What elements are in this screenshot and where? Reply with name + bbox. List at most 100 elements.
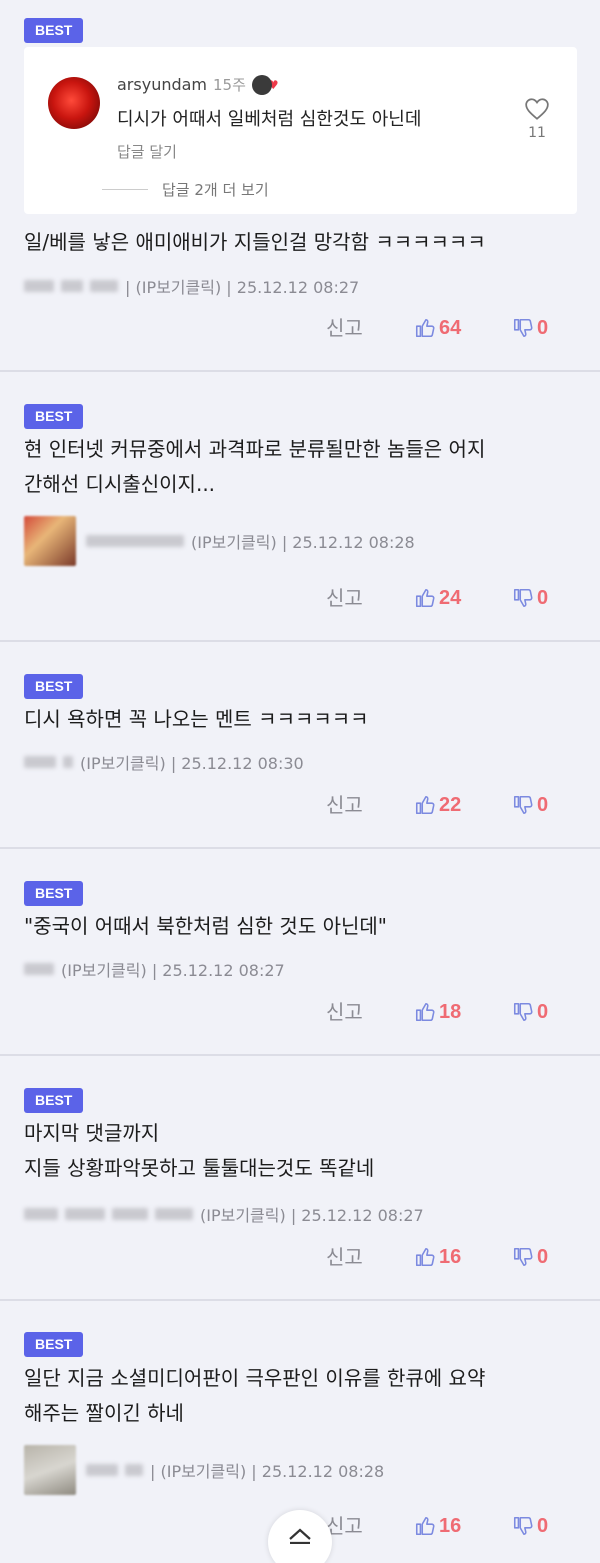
- thumbs-up-button[interactable]: 16: [414, 1509, 461, 1543]
- comment-actions: 신고 64 0: [0, 311, 600, 345]
- thumbs-down-button[interactable]: 0: [512, 1240, 548, 1274]
- blurred-nickname: [112, 1208, 148, 1220]
- reply-time: 15주: [213, 76, 246, 94]
- avatar[interactable]: [24, 1445, 76, 1495]
- dislike-count: 0: [537, 1245, 549, 1268]
- best-badge: BEST: [24, 18, 84, 43]
- blurred-nickname: [86, 1464, 118, 1476]
- like-count: 16: [439, 1245, 462, 1268]
- thumbs-down-icon: [513, 795, 533, 815]
- thumbs-down-button[interactable]: 0: [512, 311, 548, 345]
- best-badge: BEST: [24, 1088, 84, 1113]
- blurred-nickname: [65, 1208, 105, 1220]
- blurred-nickname: [90, 280, 118, 292]
- comment-3: BEST 디시 욕하면 꼭 나오는 멘트 ㅋㅋㅋㅋㅋㅋ (IP보기클릭) | 2…: [0, 642, 600, 849]
- user-badge-icon: [251, 74, 272, 95]
- thumbs-down-icon: [513, 318, 533, 338]
- comment-date[interactable]: | (IP보기클릭) | 25.12.12 08:27: [125, 274, 359, 298]
- thumbs-up-button[interactable]: 18: [414, 995, 461, 1029]
- thumbs-up-button[interactable]: 16: [414, 1240, 461, 1274]
- comment-date[interactable]: (IP보기클릭) | 25.12.12 08:27: [61, 957, 285, 981]
- comment-meta: (IP보기클릭) | 25.12.12 08:27: [24, 956, 285, 982]
- username[interactable]: arsyundam: [117, 75, 207, 94]
- thumbs-up-icon: [415, 588, 435, 608]
- comment-line: "중국이 어때서 북한처럼 심한 것도 아닌데": [24, 914, 387, 938]
- reply-card: arsyundam 15주 ♥ 디시가 어때서 일베처럼 심한것도 아닌데 답글…: [24, 47, 577, 214]
- report-button[interactable]: 신고: [326, 788, 363, 822]
- dislike-count: 0: [537, 793, 549, 816]
- comment-1: BEST arsyundam 15주 ♥ 디시가 어때서 일베처럼 심한것도 아…: [0, 0, 600, 372]
- reply-button[interactable]: 답글 달기: [117, 141, 177, 162]
- heart-icon: [525, 98, 549, 120]
- like-button[interactable]: 11: [524, 97, 550, 141]
- comment-actions: 신고 22 0: [0, 788, 600, 822]
- thumbs-up-icon: [415, 318, 435, 338]
- chevron-up-icon: [289, 1528, 311, 1544]
- best-badge: BEST: [24, 404, 84, 429]
- like-count: 22: [439, 793, 462, 816]
- like-count: 11: [528, 125, 546, 141]
- report-button[interactable]: 신고: [326, 581, 363, 615]
- thumbs-up-icon: [415, 1247, 435, 1267]
- blurred-nickname: [61, 280, 83, 292]
- best-badge: BEST: [24, 881, 84, 906]
- blurred-nickname: [24, 1208, 58, 1220]
- report-button[interactable]: 신고: [326, 1240, 363, 1274]
- like-count: 18: [439, 1000, 462, 1023]
- thumbs-down-button[interactable]: 0: [512, 1509, 548, 1543]
- comment-date[interactable]: (IP보기클릭) | 25.12.12 08:27: [200, 1202, 424, 1226]
- comment-date[interactable]: | (IP보기클릭) | 25.12.12 08:28: [150, 1458, 384, 1482]
- avatar[interactable]: [24, 516, 76, 566]
- comment-text: 디시 욕하면 꼭 나오는 멘트 ㅋㅋㅋㅋㅋㅋ: [24, 702, 580, 737]
- thumbs-down-button[interactable]: 0: [512, 788, 548, 822]
- comment-meta: (IP보기클릭) | 25.12.12 08:28: [24, 516, 415, 566]
- comment-date[interactable]: (IP보기클릭) | 25.12.12 08:30: [80, 750, 304, 774]
- comment-line: 일단 지금 소셜미디어판이 극우판인 이유를 한큐에 요약: [24, 1366, 486, 1390]
- comment-meta: | (IP보기클릭) | 25.12.12 08:27: [24, 273, 359, 299]
- thumbs-down-icon: [513, 1002, 533, 1022]
- thumbs-down-icon: [513, 1516, 533, 1536]
- thumbs-down-button[interactable]: 0: [512, 995, 548, 1029]
- dislike-count: 0: [537, 316, 549, 339]
- dislike-count: 0: [537, 1000, 549, 1023]
- comment-line: 지들 상황파악못하고 툴툴대는것도 똑같네: [24, 1156, 375, 1180]
- report-button[interactable]: 신고: [326, 311, 363, 345]
- like-count: 16: [439, 1514, 462, 1537]
- more-replies-label: 답글 2개 더 보기: [162, 181, 269, 199]
- comment-line: 마지막 댓글까지: [24, 1121, 160, 1145]
- blurred-nickname: [63, 756, 73, 768]
- thumbs-up-icon: [415, 1516, 435, 1536]
- comment-text: 마지막 댓글까지 지들 상황파악못하고 툴툴대는것도 똑같네: [24, 1116, 580, 1186]
- thumbs-down-button[interactable]: 0: [512, 581, 548, 615]
- comment-text: "중국이 어때서 북한처럼 심한 것도 아닌데": [24, 909, 580, 944]
- report-button[interactable]: 신고: [326, 995, 363, 1029]
- thumbs-up-icon: [415, 795, 435, 815]
- comment-4: BEST "중국이 어때서 북한처럼 심한 것도 아닌데" (IP보기클릭) |…: [0, 849, 600, 1056]
- thumbs-up-icon: [415, 1002, 435, 1022]
- comment-date[interactable]: (IP보기클릭) | 25.12.12 08:28: [191, 529, 415, 553]
- more-replies-link[interactable]: 답글 2개 더 보기: [102, 179, 269, 200]
- comment-2: BEST 현 인터넷 커뮤중에서 과격파로 분류될만한 놈들은 어지 간해선 디…: [0, 372, 600, 642]
- blurred-nickname: [125, 1464, 143, 1476]
- like-count: 64: [439, 316, 462, 339]
- comment-meta: | (IP보기클릭) | 25.12.12 08:28: [24, 1445, 384, 1495]
- blurred-nickname: [155, 1208, 193, 1220]
- comment-meta: (IP보기클릭) | 25.12.12 08:30: [24, 749, 304, 775]
- blurred-nickname: [24, 963, 54, 975]
- divider: [102, 189, 148, 190]
- comment-5: BEST 마지막 댓글까지 지들 상황파악못하고 툴툴대는것도 똑같네 (IP보…: [0, 1056, 600, 1301]
- thumbs-up-button[interactable]: 24: [414, 581, 461, 615]
- reply-header: arsyundam 15주 ♥: [117, 74, 279, 95]
- comment-text: 현 인터넷 커뮤중에서 과격파로 분류될만한 놈들은 어지 간해선 디시출신이지…: [24, 432, 580, 502]
- comment-line: 디시 욕하면 꼭 나오는 멘트 ㅋㅋㅋㅋㅋㅋ: [24, 707, 369, 731]
- dislike-count: 0: [537, 586, 549, 609]
- blurred-nickname: [24, 756, 56, 768]
- best-badge: BEST: [24, 1332, 84, 1357]
- thumbs-down-icon: [513, 1247, 533, 1267]
- avatar[interactable]: [48, 77, 100, 129]
- thumbs-up-button[interactable]: 64: [414, 311, 461, 345]
- blurred-nickname: [86, 535, 184, 547]
- thumbs-up-button[interactable]: 22: [414, 788, 461, 822]
- comment-meta: (IP보기클릭) | 25.12.12 08:27: [24, 1201, 424, 1227]
- like-count: 24: [439, 586, 462, 609]
